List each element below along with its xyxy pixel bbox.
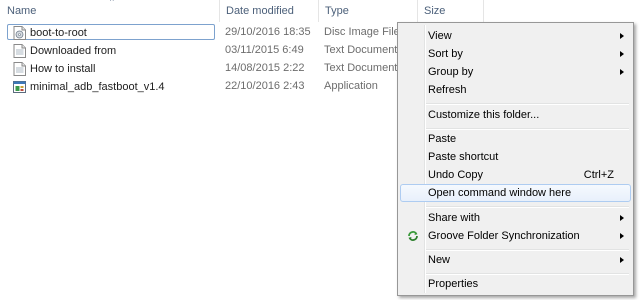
menu-item-open-command-window[interactable]: Open command window here — [400, 184, 631, 202]
menu-separator — [426, 206, 629, 208]
menu-item-label: Groove Folder Synchronization — [428, 230, 580, 242]
file-type: Disc Image File — [324, 26, 400, 38]
menu-item-customize-folder[interactable]: Customize this folder... — [400, 106, 631, 124]
menu-item-group-by[interactable]: Group by — [400, 63, 631, 81]
file-type: Text Document — [324, 44, 398, 56]
submenu-arrow-icon — [620, 51, 624, 57]
column-header: ^ Name Date modified Type Size — [0, 0, 640, 22]
file-name: Downloaded from — [30, 45, 117, 57]
menu-item-view[interactable]: View — [400, 27, 631, 45]
file-date-modified: 29/10/2016 18:35 — [225, 26, 311, 38]
file-name: minimal_adb_fastboot_v1.4 — [30, 81, 165, 93]
menu-item-label: New — [428, 254, 451, 266]
menu-item-properties[interactable]: Properties — [400, 275, 631, 293]
menu-item-label: Properties — [428, 278, 479, 290]
application-icon — [13, 81, 26, 93]
menu-item-label: Sort by — [428, 48, 463, 60]
menu-item-label: Open command window here — [428, 187, 572, 199]
file-name: How to install — [30, 63, 96, 75]
menu-separator — [426, 103, 629, 105]
file-date-modified: 14/08/2015 2:22 — [225, 62, 305, 74]
menu-item-label: Undo Copy — [428, 169, 484, 181]
menu-item-label: Customize this folder... — [428, 109, 540, 121]
menu-item-label: Refresh — [428, 84, 467, 96]
file-name: boot-to-root — [30, 27, 87, 39]
text-document-icon — [13, 44, 26, 58]
menu-item-shortcut: Ctrl+Z — [583, 169, 614, 181]
column-header-size[interactable]: Size — [418, 0, 484, 22]
file-name-cell[interactable]: How to install — [7, 60, 215, 76]
menu-item-label: Paste shortcut — [428, 151, 499, 163]
submenu-arrow-icon — [620, 33, 624, 39]
column-header-type[interactable]: Type — [319, 0, 418, 22]
file-name-cell[interactable]: Downloaded from — [7, 42, 215, 58]
disc-image-file-icon — [13, 26, 26, 40]
context-menu: View Sort by Group by Refresh Customize … — [397, 22, 634, 296]
menu-item-paste[interactable]: Paste — [400, 130, 631, 148]
menu-item-label: Share with — [428, 212, 480, 224]
column-header-name[interactable]: Name — [0, 0, 220, 22]
text-document-icon — [13, 62, 26, 76]
groove-sync-icon — [408, 231, 418, 241]
file-date-modified: 03/11/2015 6:49 — [225, 44, 304, 56]
menu-item-label: View — [428, 30, 452, 42]
column-header-date-modified[interactable]: Date modified — [220, 0, 319, 22]
menu-item-sort-by[interactable]: Sort by — [400, 45, 631, 63]
file-date-modified: 22/10/2016 2:43 — [225, 80, 305, 92]
menu-item-share-with[interactable]: Share with — [400, 209, 631, 227]
menu-item-groove-folder-sync[interactable]: Groove Folder Synchronization — [400, 227, 631, 245]
menu-item-label: Group by — [428, 66, 474, 78]
menu-item-refresh[interactable]: Refresh — [400, 81, 631, 99]
submenu-arrow-icon — [620, 233, 624, 239]
menu-item-label: Paste — [428, 133, 457, 145]
menu-item-paste-shortcut[interactable]: Paste shortcut — [400, 148, 631, 166]
submenu-arrow-icon — [620, 257, 624, 263]
menu-item-new[interactable]: New — [400, 251, 631, 269]
file-type: Application — [324, 80, 378, 92]
file-type: Text Document — [324, 62, 398, 74]
menu-item-undo-copy[interactable]: Undo Copy Ctrl+Z — [400, 166, 631, 184]
submenu-arrow-icon — [620, 215, 624, 221]
file-name-cell[interactable]: boot-to-root — [7, 24, 215, 40]
submenu-arrow-icon — [620, 69, 624, 75]
file-name-cell[interactable]: minimal_adb_fastboot_v1.4 — [7, 78, 215, 94]
